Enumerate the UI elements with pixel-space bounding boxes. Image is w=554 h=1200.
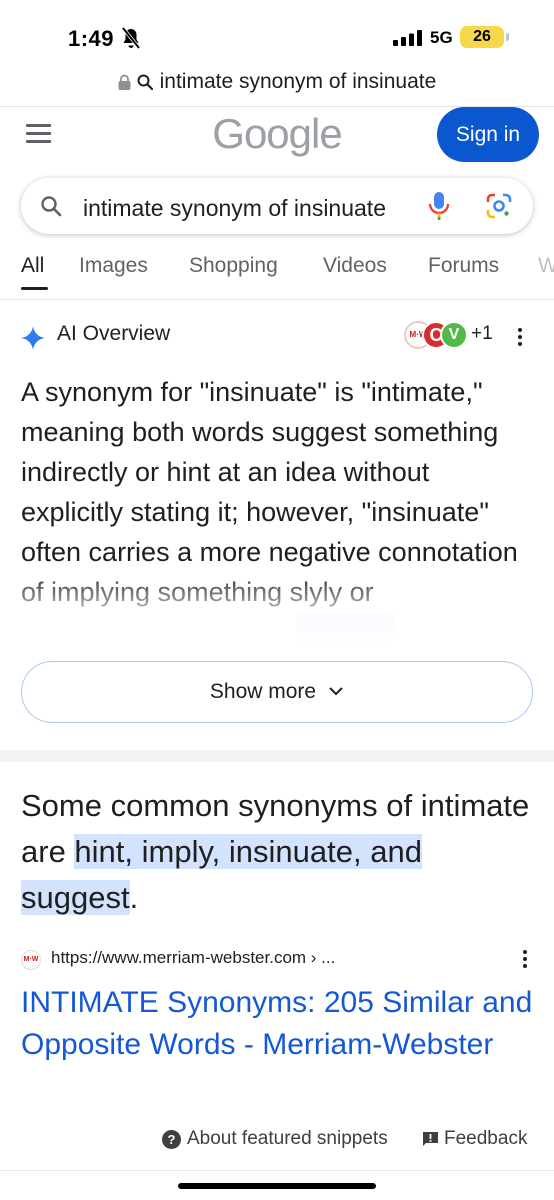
result-url[interactable]: https://www.merriam-webster.com › ... (51, 948, 335, 968)
result-options-icon[interactable] (522, 950, 528, 970)
show-more-button[interactable]: Show more (21, 661, 533, 723)
tab-all[interactable]: All (21, 254, 44, 278)
tab-shopping[interactable]: Shopping (189, 254, 278, 278)
status-time: 1:49 (68, 26, 115, 51)
cellular-signal-icon (393, 30, 422, 46)
feedback-icon (423, 1132, 438, 1146)
tab-videos[interactable]: Videos (323, 254, 387, 278)
section-divider (0, 750, 554, 762)
search-box[interactable]: intimate synonym of insinuate (21, 178, 533, 234)
battery-tip (506, 33, 509, 41)
status-bar: 1:49 5G 26 (0, 0, 554, 62)
text-fade-overlay (0, 570, 554, 650)
more-options-icon[interactable] (517, 328, 523, 348)
address-text: intimate synonym of insinuate (159, 70, 437, 93)
search-input[interactable]: intimate synonym of insinuate (83, 194, 411, 222)
tab-images[interactable]: Images (79, 254, 148, 278)
ai-overview-title: AI Overview (57, 322, 171, 345)
feedback-link[interactable]: Feedback (444, 1128, 527, 1150)
featured-snippet-text: Some common synonyms of intimate are hin… (21, 783, 533, 921)
network-type: 5G (430, 28, 453, 47)
ai-source-icons[interactable]: M·W C V (404, 321, 468, 351)
search-icon (41, 196, 62, 217)
site-favicon: M·W (21, 950, 41, 970)
snippet-text-end: . (129, 880, 139, 915)
more-sources-count[interactable]: +1 (471, 323, 493, 345)
microphone-icon[interactable] (427, 190, 451, 222)
help-icon: ? (162, 1130, 181, 1149)
divider (0, 299, 554, 300)
about-featured-snippets-link[interactable]: About featured snippets (187, 1128, 388, 1150)
google-lens-icon[interactable] (485, 192, 513, 220)
active-tab-indicator (21, 287, 48, 290)
result-title-link[interactable]: INTIMATE Synonyms: 205 Similar and Oppos… (21, 982, 533, 1066)
address-bar[interactable]: intimate synonym of insinuate (0, 70, 554, 106)
divider (0, 1170, 554, 1171)
tab-web[interactable]: W (538, 254, 554, 278)
search-tabs: All Images Shopping Videos Forums W (0, 254, 554, 294)
sign-in-button[interactable]: Sign in (437, 107, 539, 162)
silent-bell-icon (121, 26, 141, 50)
battery-indicator: 26 (460, 26, 504, 48)
sparkle-icon (21, 326, 45, 350)
lock-icon (118, 74, 131, 90)
snippet-footer: ? About featured snippets Feedback (0, 1128, 554, 1156)
vocabulary-source-icon: V (440, 321, 468, 349)
tab-forums[interactable]: Forums (428, 254, 499, 278)
search-icon (137, 74, 154, 90)
home-indicator[interactable] (178, 1183, 376, 1189)
snippet-highlight: hint, imply, insinuate, and suggest (21, 834, 422, 915)
chevron-down-icon (329, 687, 343, 696)
show-more-label: Show more (209, 680, 317, 703)
